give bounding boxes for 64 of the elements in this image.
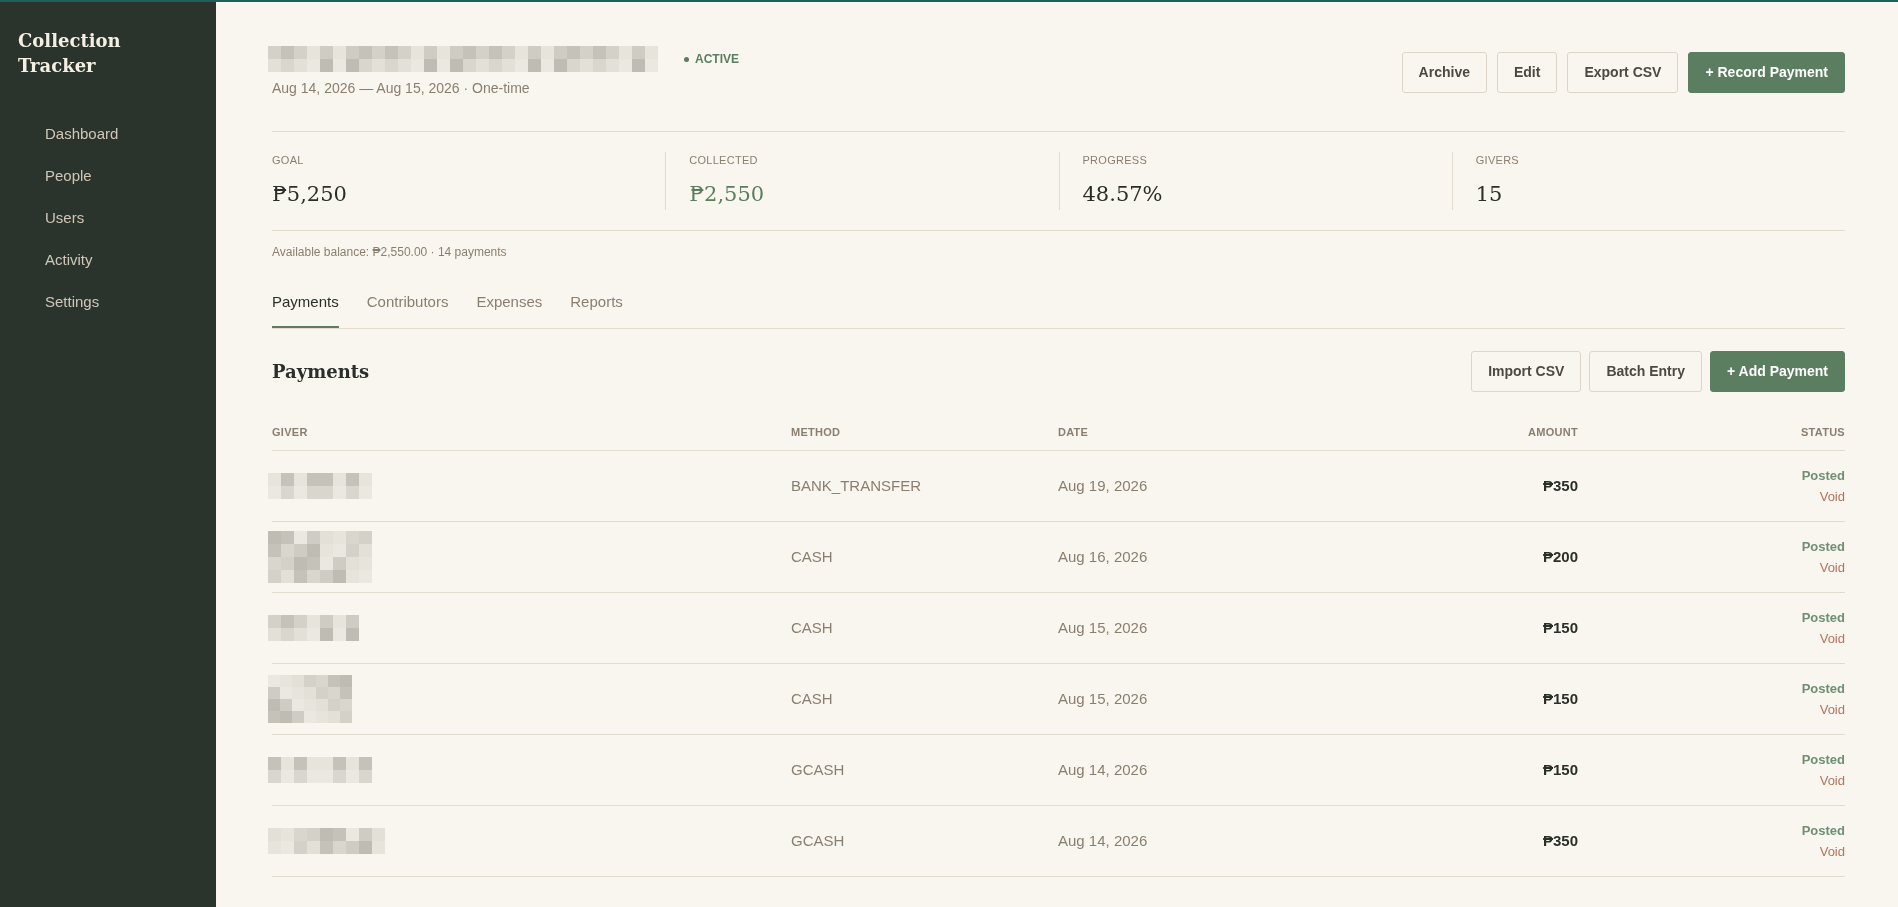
method-cell: CASH	[791, 689, 833, 707]
column-header: METHOD	[791, 424, 842, 440]
status-text: Posted	[1801, 466, 1845, 485]
stat-value: 48.57%	[1082, 180, 1164, 208]
status-text: Posted	[1801, 537, 1845, 556]
section-title: Payments	[272, 359, 370, 384]
date-cell: Aug 14, 2026	[1058, 831, 1148, 849]
status-text: Posted	[1801, 608, 1845, 627]
void-link[interactable]: Void	[1819, 487, 1845, 507]
stat-value: ₱5,250	[272, 180, 348, 208]
sidebar-item[interactable]: People	[8, 155, 208, 197]
outline-button[interactable]: Archive	[1401, 52, 1487, 93]
outline-button[interactable]: Export CSV	[1567, 52, 1679, 93]
stat-label: COLLECTED	[689, 153, 759, 168]
column-header: AMOUNT	[1528, 424, 1578, 440]
date-cell: Aug 19, 2026	[1058, 476, 1148, 494]
primary-button[interactable]: + Record Payment	[1688, 52, 1845, 93]
sidebar-item[interactable]: Users	[8, 197, 208, 239]
amount-cell: ₱350	[1542, 476, 1578, 494]
sidebar-item[interactable]: Activity	[8, 239, 208, 281]
date-cell: Aug 16, 2026	[1058, 547, 1148, 565]
column-header: DATE	[1058, 424, 1090, 440]
amount-cell: ₱150	[1542, 689, 1578, 707]
amount-cell: ₱150	[1542, 760, 1578, 778]
void-link[interactable]: Void	[1819, 700, 1845, 720]
void-link[interactable]: Void	[1819, 629, 1845, 649]
stat-label: GOAL	[272, 153, 305, 168]
sidebar-item[interactable]: Dashboard	[8, 113, 208, 155]
sidebar-item[interactable]: Settings	[8, 281, 208, 323]
outline-button[interactable]: Edit	[1496, 52, 1558, 93]
status-text: Posted	[1801, 679, 1845, 698]
status-badge: ACTIVE	[684, 50, 739, 68]
column-header: GIVER	[272, 424, 309, 440]
date-cell: Aug 15, 2026	[1058, 618, 1148, 636]
tab[interactable]: Contributors	[366, 291, 449, 328]
outline-button[interactable]: Import CSV	[1471, 350, 1582, 392]
amount-cell: ₱200	[1542, 547, 1578, 565]
date-cell: Aug 14, 2026	[1058, 760, 1148, 778]
void-link[interactable]: Void	[1819, 842, 1845, 862]
stat-label: GIVERS	[1475, 153, 1520, 168]
primary-button[interactable]: + Add Payment	[1710, 350, 1845, 392]
void-link[interactable]: Void	[1819, 771, 1845, 791]
stat-label: PROGRESS	[1082, 153, 1149, 168]
status-text: Posted	[1801, 750, 1845, 769]
method-cell: CASH	[791, 618, 833, 636]
method-cell: GCASH	[791, 760, 845, 778]
stat-value: ₱2,550	[689, 180, 766, 208]
method-cell: BANK_TRANSFER	[791, 476, 922, 494]
stat-value: 15	[1475, 180, 1504, 208]
void-link[interactable]: Void	[1819, 558, 1845, 578]
app-title: Collection Tracker	[17, 29, 122, 78]
method-cell: GCASH	[791, 831, 845, 849]
outline-button[interactable]: Batch Entry	[1589, 350, 1702, 392]
status-text: Posted	[1801, 821, 1845, 840]
method-cell: CASH	[791, 547, 833, 565]
amount-cell: ₱150	[1542, 618, 1578, 636]
column-header: STATUS	[1800, 424, 1845, 440]
tab[interactable]: Expenses	[476, 291, 543, 328]
date-range: Aug 14, 2026 — Aug 15, 2026 · One-time	[272, 79, 531, 98]
amount-cell: ₱350	[1542, 831, 1578, 849]
balance-note: Available balance: ₱2,550.00 · 14 payments	[272, 244, 508, 261]
date-cell: Aug 15, 2026	[1058, 689, 1148, 707]
tab[interactable]: Payments	[272, 291, 339, 328]
tab[interactable]: Reports	[570, 291, 623, 328]
